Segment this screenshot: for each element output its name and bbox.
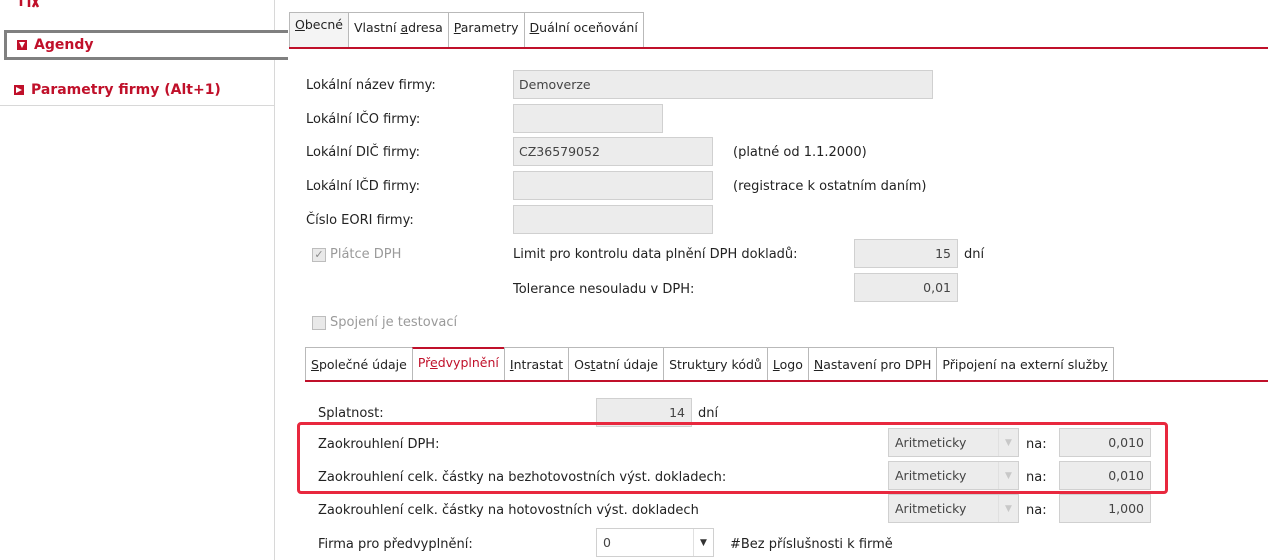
sidebar-item-label: Parametry firmy (Alt+1): [31, 82, 221, 98]
local-icd-field[interactable]: [513, 171, 713, 200]
firm-note: #Bez příslušnosti k firmě: [730, 537, 893, 552]
tab-nastaveni-pro-dph[interactable]: Nastavení pro DPH: [807, 347, 938, 381]
tab-parametry[interactable]: Parametry: [447, 12, 525, 47]
test-connection-checkbox[interactable]: Spojení je testovací: [312, 315, 457, 330]
dropdown-arrow-icon[interactable]: ▼: [998, 462, 1018, 489]
local-ico-label: Lokální IČO firmy:: [306, 112, 421, 127]
vat-tolerance-label: Tolerance nesouladu v DPH:: [513, 282, 695, 297]
eori-field[interactable]: [513, 205, 713, 234]
firm-select[interactable]: 0 ▼: [596, 528, 714, 557]
tab-logo[interactable]: Logo: [766, 347, 809, 381]
sidebar: Agendy Parametry firmy (Alt+1): [0, 0, 288, 560]
noncash-rounding-value-field[interactable]: 0,010: [1059, 461, 1151, 490]
tab-obecne[interactable]: Obecné: [289, 12, 349, 48]
local-dic-note: (platné od 1.1.2000): [733, 145, 867, 160]
tab-spolecne-udaje[interactable]: Společné údaje: [305, 347, 413, 381]
vat-rounding-label: Zaokrouhlení DPH:: [318, 437, 440, 452]
expand-icon: [14, 85, 24, 95]
dropdown-arrow-icon[interactable]: ▼: [693, 529, 713, 556]
tab-struktury-kodu[interactable]: Struktury kódů: [663, 347, 768, 381]
dropdown-arrow-icon[interactable]: ▼: [998, 429, 1018, 456]
tab-ostatni-udaje[interactable]: Ostatní údaje: [568, 347, 665, 381]
sidebar-item-label: Agendy: [34, 37, 94, 53]
due-unit: dní: [698, 406, 719, 421]
vat-limit-field[interactable]: 15: [854, 239, 958, 268]
vat-payer-label: Plátce DPH: [330, 247, 402, 262]
checkmark-icon: ✓: [312, 247, 326, 262]
test-connection-label: Spojení je testovací: [330, 315, 458, 330]
tab-predvyplneni[interactable]: Předvyplnění: [411, 347, 505, 382]
due-field[interactable]: 14: [596, 398, 692, 427]
cash-rounding-value-field[interactable]: 1,000: [1059, 494, 1151, 523]
sub-tabs: Společné údaje Předvyplnění Intrastat Os…: [305, 347, 1114, 382]
na-label: na:: [1026, 503, 1047, 518]
noncash-rounding-label: Zaokrouhlení celk. částky na bezhotovost…: [318, 470, 727, 485]
collapse-icon: [17, 40, 27, 50]
noncash-rounding-method-select[interactable]: Aritmeticky ▼: [888, 461, 1019, 490]
vat-tolerance-field[interactable]: 0,01: [854, 273, 958, 302]
sidebar-item-parametry-firmy[interactable]: Parametry firmy (Alt+1): [4, 76, 275, 104]
local-dic-field[interactable]: CZ36579052: [513, 137, 713, 166]
tab-dualni-ocenovani[interactable]: Duální oceňování: [523, 12, 644, 47]
divider: [0, 105, 275, 106]
vat-limit-label: Limit pro kontrolu data plnění DPH dokla…: [513, 247, 798, 262]
tab-pripojeni-na-externi-sluzby[interactable]: Připojení na externí služby: [936, 347, 1114, 381]
local-icd-label: Lokální IČD firmy:: [306, 179, 420, 194]
checkbox-empty-icon: [312, 315, 326, 330]
vat-rounding-value-field[interactable]: 0,010: [1059, 428, 1151, 457]
cash-rounding-method-select[interactable]: Aritmeticky ▼: [888, 494, 1019, 523]
local-dic-label: Lokální DIČ firmy:: [306, 145, 420, 160]
local-icd-note: (registrace k ostatním daním): [733, 179, 927, 194]
main-tabs: Obecné Vlastní adresa Parametry Duální o…: [289, 12, 644, 48]
tab-vlastni-adresa[interactable]: Vlastní adresa: [347, 12, 449, 47]
local-name-field[interactable]: Demoverze: [513, 70, 933, 99]
eori-label: Číslo EORI firmy:: [306, 213, 414, 228]
logo-icon: [19, 0, 40, 8]
local-name-label: Lokální název firmy:: [306, 78, 436, 93]
local-ico-field[interactable]: [513, 104, 663, 133]
due-label: Splatnost:: [318, 406, 384, 421]
cash-rounding-label: Zaokrouhlení celk. částky na hotovostníc…: [318, 503, 699, 518]
sidebar-item-agendy[interactable]: Agendy: [4, 30, 288, 60]
tab-intrastat[interactable]: Intrastat: [503, 347, 570, 381]
vat-payer-checkbox[interactable]: ✓ Plátce DPH: [312, 247, 401, 262]
vat-limit-unit: dní: [964, 247, 985, 262]
na-label: na:: [1026, 470, 1047, 485]
sub-tab-underline: [305, 380, 1268, 382]
vat-rounding-method-select[interactable]: Aritmeticky ▼: [888, 428, 1019, 457]
na-label: na:: [1026, 437, 1047, 452]
dropdown-arrow-icon[interactable]: ▼: [998, 495, 1018, 522]
firm-label: Firma pro předvyplnění:: [318, 537, 473, 552]
tab-underline: [289, 47, 1268, 49]
